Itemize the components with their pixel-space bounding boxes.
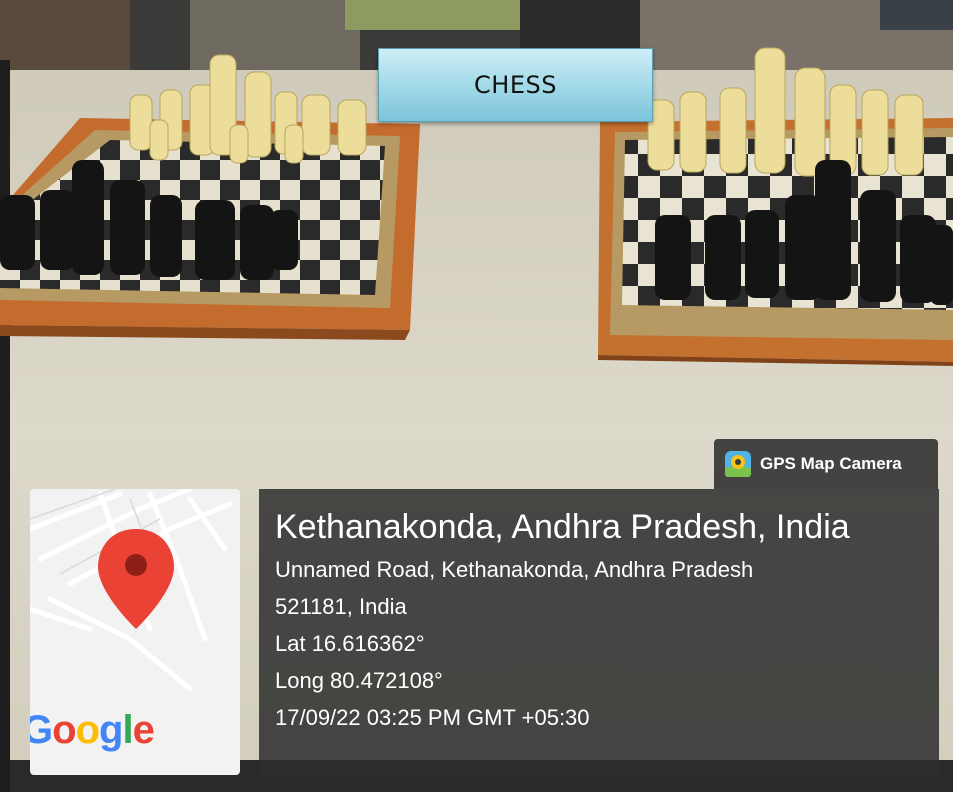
gps-map-camera-icon	[725, 451, 751, 477]
google-logo-letter: e	[132, 708, 155, 752]
google-logo: Google	[30, 708, 155, 753]
google-logo-letter: g	[99, 708, 123, 752]
address-line-2: 521181, India	[275, 594, 407, 619]
location-info-panel: Kethanakonda, Andhra Pradesh, India Unna…	[259, 489, 939, 775]
longitude: Long 80.472108°	[275, 668, 443, 693]
google-logo-letter: G	[30, 708, 53, 752]
address-line-1: Unnamed Road, Kethanakonda, Andhra Prade…	[275, 557, 754, 582]
map-thumbnail[interactable]: Google	[30, 489, 240, 775]
google-logo-letter: o	[52, 708, 76, 752]
photo-stage: CHESS GPS Map Camera Google Kethanakonda…	[0, 0, 953, 792]
google-logo-letter: o	[75, 708, 100, 752]
chess-title-box: CHESS	[378, 48, 653, 122]
gps-map-camera-label: GPS Map Camera	[760, 454, 902, 473]
gps-map-camera-badge: GPS Map Camera	[714, 439, 938, 489]
chess-title-text: CHESS	[474, 71, 557, 99]
google-logo-letter: l	[122, 708, 133, 752]
latitude: Lat 16.616362°	[275, 631, 425, 656]
map-pin-icon	[98, 529, 174, 629]
location-place: Kethanakonda, Andhra Pradesh, India	[275, 508, 850, 546]
timestamp: 17/09/22 03:25 PM GMT +05:30	[275, 705, 590, 730]
